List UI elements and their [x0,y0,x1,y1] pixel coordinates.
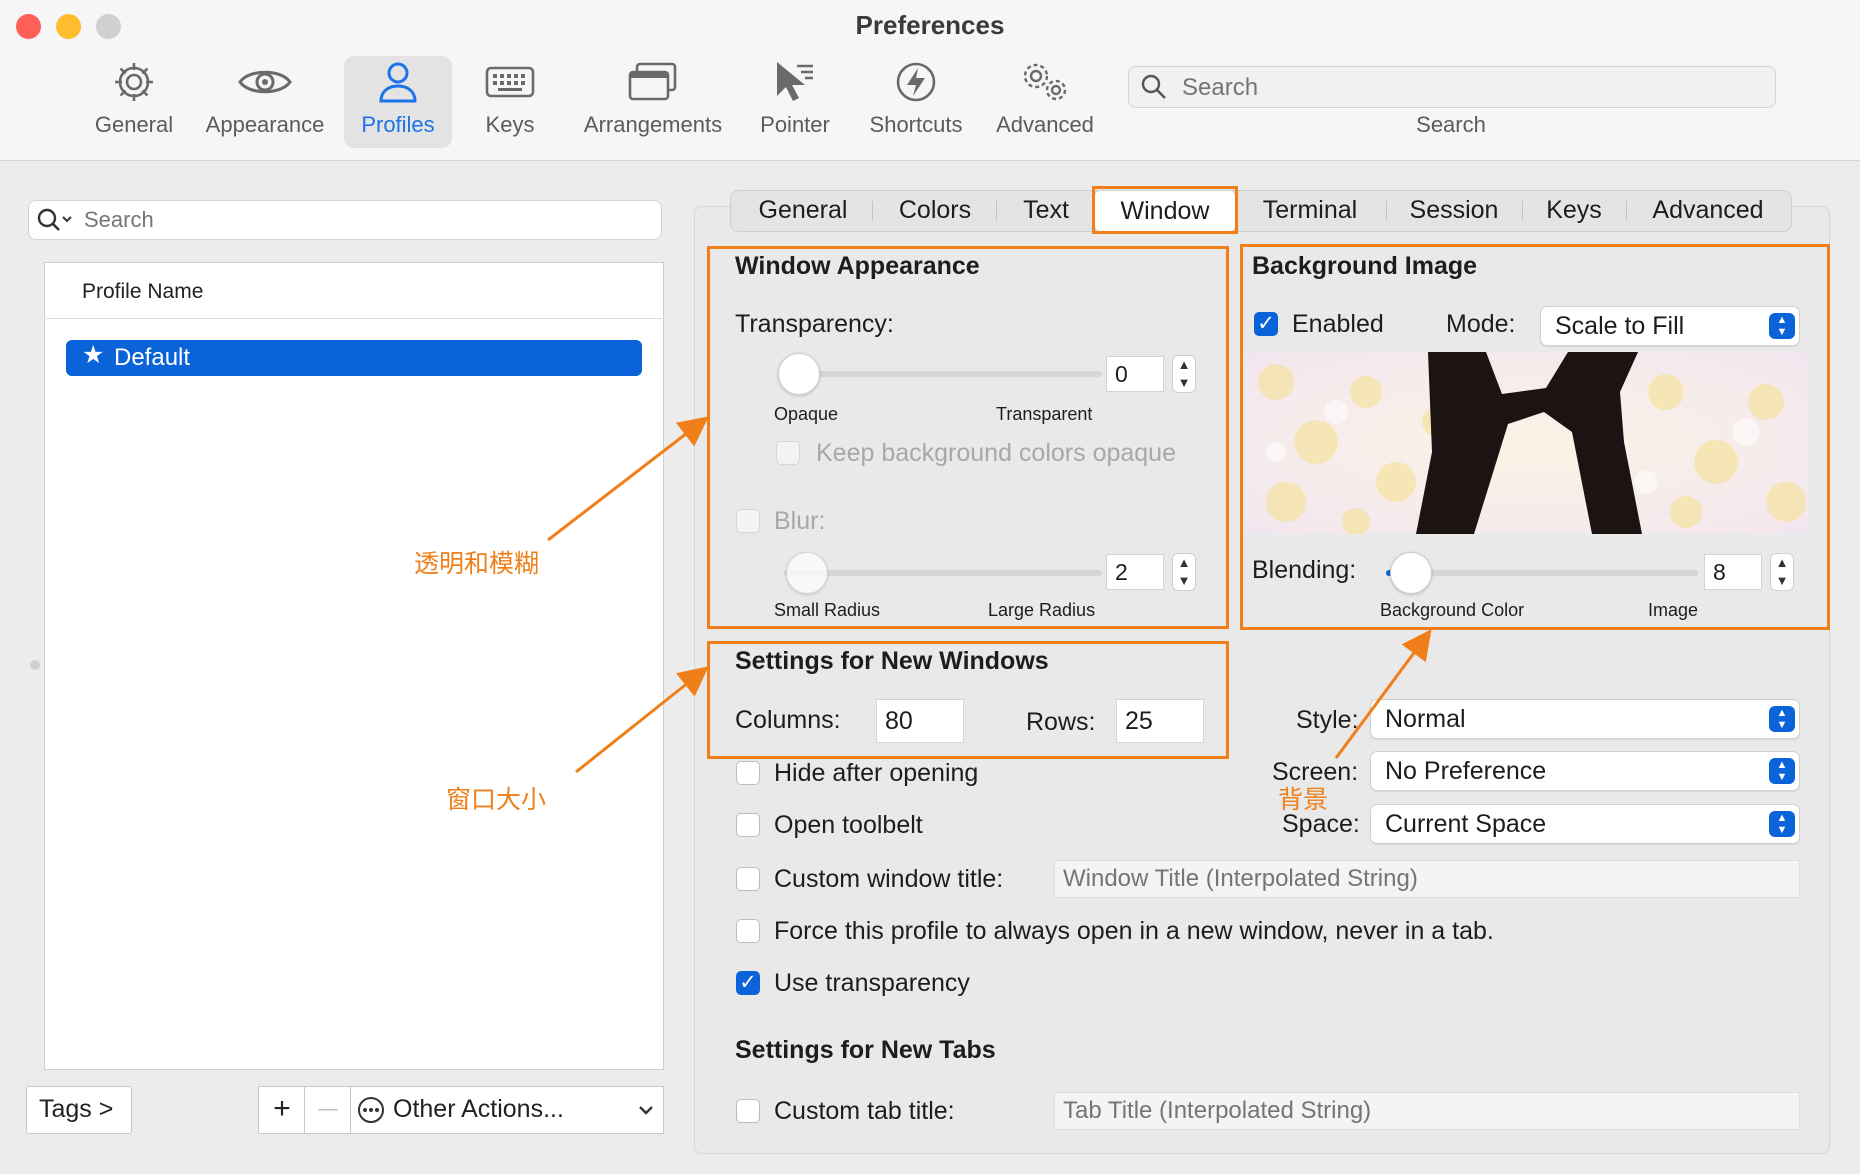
annotation-transparency-blur: 透明和模糊 [414,550,540,578]
annotation-arrows [547,416,1432,774]
annotation-window-size: 窗口大小 [446,786,547,814]
annotation-background: 背景 [1278,786,1329,814]
